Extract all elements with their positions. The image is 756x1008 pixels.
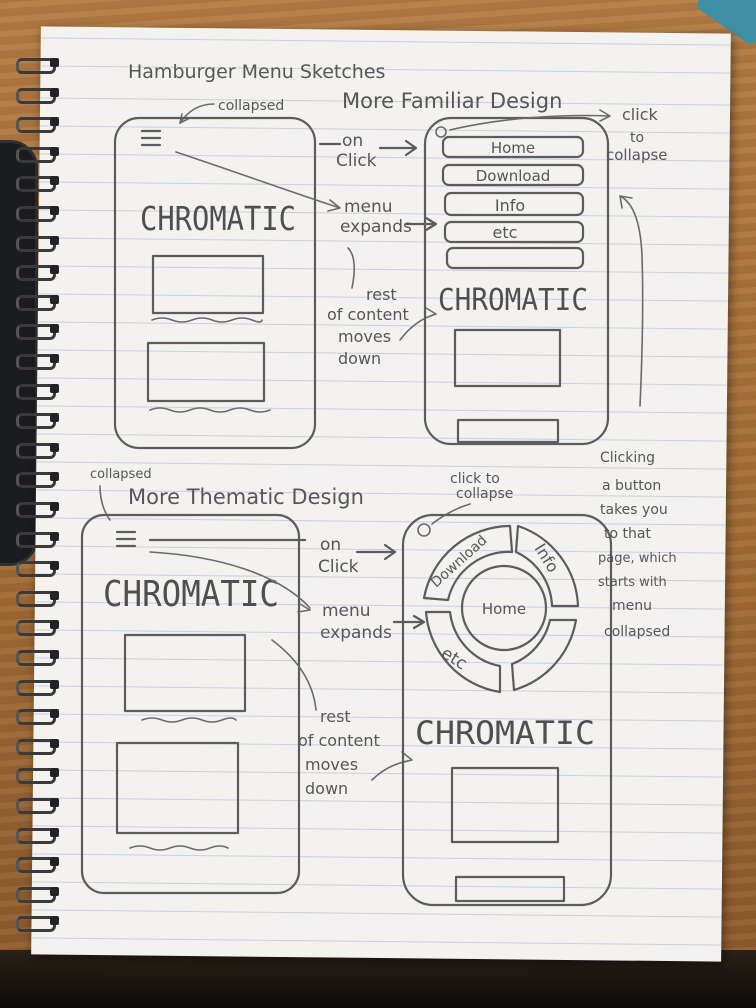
click-collapse-label: to — [630, 130, 644, 146]
thematic-brand: CHROMATIC — [103, 574, 279, 615]
on-click-label: Click — [336, 151, 377, 171]
rest-label: rest — [320, 707, 351, 726]
arrow — [355, 543, 397, 561]
ring-segment-right[interactable] — [510, 618, 578, 692]
familiar-collapsed-label: collapsed — [218, 98, 284, 114]
on-click-label: on — [320, 535, 341, 555]
collapse-icon — [417, 523, 431, 537]
click-collapse-label: click to — [450, 471, 500, 487]
on-click-label: on — [342, 131, 363, 151]
content-text-line — [129, 845, 229, 851]
menu-item-label: etc — [493, 223, 518, 242]
menu-expands-label: expands — [340, 217, 412, 237]
note-line: page, which — [598, 551, 677, 566]
menu-item-label: Home — [491, 139, 535, 157]
thematic-collapsed-phone — [80, 513, 301, 895]
return-arrow — [619, 195, 644, 407]
arrow — [371, 751, 413, 781]
content-block — [146, 341, 266, 403]
ring-menu: Home Download Info etc — [422, 524, 580, 694]
thematic-collapsed-label: collapsed — [90, 467, 152, 482]
menu-expands-label: menu — [344, 197, 393, 217]
page-title: Hamburger Menu Sketches — [128, 61, 385, 83]
menu-expands-label: expands — [320, 623, 392, 643]
collapse-icon — [435, 126, 447, 138]
hamburger-icon — [115, 530, 137, 548]
rest-label: down — [305, 779, 348, 798]
arrow — [392, 614, 426, 630]
rest-label: down — [338, 349, 381, 368]
familiar-heading: More Familiar Design — [342, 89, 562, 113]
content-text-line — [149, 407, 271, 413]
ring-info-label: Info — [531, 540, 563, 576]
click-collapse-label: click — [622, 105, 658, 124]
content-block — [450, 766, 560, 844]
rest-label: moves — [338, 327, 391, 346]
click-collapse-label: collapse — [456, 486, 513, 502]
thematic-note: Clicking a button takes you to that page… — [598, 450, 677, 640]
note-line: takes you — [600, 502, 668, 518]
content-block — [123, 633, 247, 713]
content-block — [453, 328, 562, 388]
thematic-heading: More Thematic Design — [128, 485, 364, 509]
familiar-brand: CHROMATIC — [140, 199, 296, 238]
bracket-line — [347, 247, 356, 289]
ring-home-label: Home — [482, 600, 526, 618]
content-block — [456, 418, 560, 444]
rest-label: of content — [298, 731, 380, 750]
content-block — [454, 875, 566, 903]
hamburger-icon — [140, 129, 162, 147]
menu-buttons: Home Download Info etc — [441, 135, 585, 270]
note-line: menu — [612, 598, 652, 614]
content-text-line — [151, 317, 263, 323]
menu-expands-label: menu — [322, 601, 371, 621]
on-click-label: Click — [318, 557, 359, 577]
note-line: Clicking — [600, 450, 655, 466]
note-line: a button — [602, 478, 661, 494]
sketch-drawing: Hamburger Menu Sketches More Familiar De… — [80, 61, 677, 907]
content-text-line — [141, 717, 237, 723]
menu-item-label: Info — [495, 196, 525, 215]
content-block — [151, 254, 265, 315]
note-line: to that — [604, 526, 651, 542]
click-collapse-label: collapse — [606, 146, 668, 164]
thematic-expanded-brand: CHROMATIC — [415, 714, 595, 752]
familiar-expanded-brand: CHROMATIC — [438, 283, 588, 318]
bracket-line — [271, 639, 317, 711]
note-line: collapsed — [604, 624, 670, 640]
note-line: starts with — [598, 575, 667, 590]
arrow — [449, 109, 611, 131]
rest-label: of content — [327, 305, 409, 324]
arrow — [378, 139, 418, 157]
rest-label: rest — [366, 285, 397, 304]
content-block — [115, 741, 240, 835]
menu-item-label: Download — [476, 167, 551, 185]
rest-label: moves — [305, 755, 358, 774]
menu-item-blank[interactable] — [445, 246, 585, 270]
familiar-collapsed-phone — [113, 116, 317, 450]
